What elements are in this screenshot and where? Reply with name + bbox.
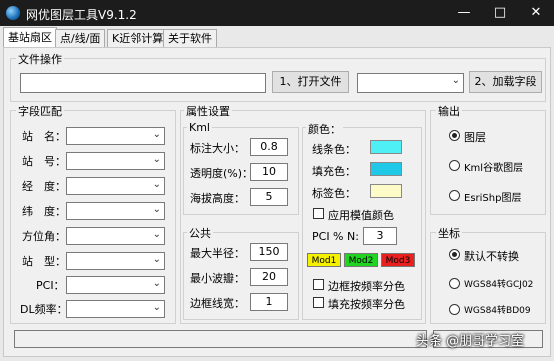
output-title: 输出: [436, 103, 462, 119]
line-color-swatch[interactable]: [370, 140, 402, 154]
coords-radio-gcj02[interactable]: [449, 278, 460, 289]
fill-by-freq-checkbox[interactable]: [313, 297, 324, 308]
field-label-site-id: 站 号：: [22, 155, 66, 168]
output-label-kml: Kml谷歌图层: [464, 163, 524, 174]
common-input-min-lobe[interactable]: 20: [250, 268, 288, 286]
chevron-down-icon: ⌄: [152, 229, 161, 240]
file-path-input[interactable]: [20, 73, 266, 93]
color-title: 颜色：: [306, 121, 343, 137]
load-fields-button[interactable]: 2、加载字段: [469, 71, 542, 93]
kml-title: Kml: [187, 121, 212, 134]
field-select-pci[interactable]: ⌄: [66, 276, 165, 294]
tab-about[interactable]: 关于软件: [163, 29, 217, 47]
common-label-min-lobe: 最小波瓣：: [190, 272, 245, 285]
chevron-down-icon: ⌄: [451, 75, 460, 86]
field-select-dl-freq[interactable]: ⌄: [66, 300, 165, 318]
maximize-icon[interactable]: □: [482, 0, 518, 26]
border-by-freq-label: 边框按频率分色: [328, 280, 405, 293]
chevron-down-icon: ⌄: [152, 179, 161, 190]
kml-input-label-size[interactable]: 0.8: [250, 138, 288, 156]
pci-mod-input[interactable]: 3: [363, 227, 397, 245]
mod1-color-button[interactable]: Mod1: [307, 253, 341, 267]
chevron-down-icon: ⌄: [152, 204, 161, 215]
progress-bar: [14, 330, 427, 348]
fill-by-freq-label: 填充按频率分色: [328, 298, 405, 311]
field-label-dl-freq: DL频率：: [20, 303, 68, 316]
coords-title: 坐标: [436, 225, 462, 241]
kml-input-altitude[interactable]: 5: [250, 188, 288, 206]
field-match-title: 字段匹配: [16, 103, 64, 119]
field-select-azimuth[interactable]: ⌄: [66, 227, 165, 245]
open-file-button[interactable]: 1、打开文件: [272, 71, 349, 93]
output-radio-layer[interactable]: [449, 130, 460, 141]
coords-label-bd09: WGS84转BD09: [464, 306, 531, 316]
chevron-down-icon: ⌄: [152, 278, 161, 289]
kml-label-label-size: 标注大小：: [190, 142, 245, 155]
chevron-down-icon: ⌄: [152, 254, 161, 265]
field-label-latitude: 纬 度：: [22, 205, 66, 218]
color-label-line: 线条色：: [312, 143, 356, 156]
kml-label-altitude: 海拔高度：: [190, 192, 245, 205]
mod2-color-button[interactable]: Mod2: [344, 253, 378, 267]
common-input-border-width[interactable]: 1: [250, 293, 288, 311]
field-label-longitude: 经 度：: [22, 180, 66, 193]
fill-color-swatch[interactable]: [370, 162, 402, 176]
tab-base-station-sector[interactable]: 基站扇区: [3, 27, 57, 48]
field-label-site-name: 站 名：: [22, 130, 66, 143]
color-label-fill: 填充色：: [312, 165, 356, 178]
chevron-down-icon: ⌄: [152, 154, 161, 165]
border-by-freq-checkbox[interactable]: [313, 279, 324, 290]
kml-label-opacity: 透明度(%)：: [190, 167, 254, 180]
apply-mod-color-label: 应用模值颜色: [328, 209, 394, 222]
field-label-azimuth: 方位角：: [22, 230, 66, 243]
apply-mod-color-checkbox[interactable]: [313, 208, 324, 219]
coords-radio-none[interactable]: [449, 249, 460, 260]
tab-point-line-polygon[interactable]: 点/线/面: [55, 29, 106, 47]
output-label-layer: 图层: [464, 131, 486, 144]
chevron-down-icon: ⌄: [152, 302, 161, 313]
field-select-latitude[interactable]: ⌄: [66, 202, 165, 220]
minimize-icon[interactable]: —: [446, 0, 482, 26]
output-label-shp: EsriShp图层: [464, 193, 522, 204]
output-radio-kml[interactable]: [449, 160, 460, 171]
close-icon[interactable]: ✕: [518, 0, 554, 26]
common-input-max-radius[interactable]: 150: [250, 243, 288, 261]
label-color-swatch[interactable]: [370, 184, 402, 198]
mod3-color-button[interactable]: Mod3: [381, 253, 415, 267]
window-title: 网优图层工具V9.1.2: [26, 8, 137, 22]
tab-knn[interactable]: K近邻计算: [107, 29, 169, 47]
coords-radio-bd09[interactable]: [449, 304, 460, 315]
file-ops-title: 文件操作: [16, 51, 64, 67]
title-bar: 网优图层工具V9.1.2 — □ ✕: [0, 0, 554, 26]
coords-label-none: 默认不转换: [464, 250, 519, 263]
output-radio-shp[interactable]: [449, 190, 460, 201]
kml-input-opacity[interactable]: 10: [250, 163, 288, 181]
sheet-select[interactable]: ⌄: [357, 73, 464, 93]
pci-mod-label: PCI % N:: [312, 230, 359, 243]
field-label-pci: PCI：: [36, 279, 65, 292]
field-select-site-name[interactable]: ⌄: [66, 127, 165, 145]
watermark-text: 头条 @朋哥学习室: [416, 334, 525, 349]
field-label-site-type: 站 型：: [22, 255, 66, 268]
field-select-longitude[interactable]: ⌄: [66, 177, 165, 195]
common-label-max-radius: 最大半径：: [190, 247, 245, 260]
attributes-title: 属性设置: [184, 103, 232, 119]
coords-label-gcj02: WGS84转GCJ02: [464, 280, 534, 290]
app-icon: [6, 6, 20, 20]
field-select-site-type[interactable]: ⌄: [66, 252, 165, 270]
chevron-down-icon: ⌄: [152, 129, 161, 140]
color-label-label: 标签色：: [312, 187, 356, 200]
field-select-site-id[interactable]: ⌄: [66, 152, 165, 170]
common-label-border-width: 边框线宽：: [190, 297, 245, 310]
common-title: 公共: [187, 225, 213, 241]
